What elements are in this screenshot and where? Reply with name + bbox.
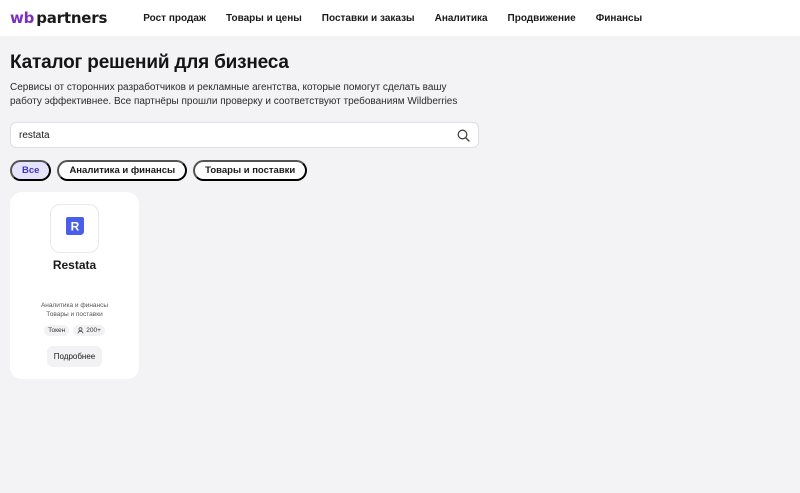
- page-subtitle: Сервисы от сторонних разработчиков и рек…: [10, 82, 458, 107]
- main-nav: Рост продаж Товары и цены Поставки и зак…: [133, 13, 652, 24]
- search-icon[interactable]: [456, 128, 470, 142]
- details-button[interactable]: Подробнее: [46, 346, 103, 367]
- filter-chip-goods-supplies[interactable]: Товары и поставки: [193, 160, 308, 181]
- search-input[interactable]: [19, 129, 456, 141]
- nav-item-supplies[interactable]: Поставки и заказы: [312, 13, 425, 24]
- nav-item-promotion[interactable]: Продвижение: [498, 13, 586, 24]
- filter-chips: Все Аналитика и финансы Товары и поставк…: [10, 160, 790, 181]
- top-bar: wb partners Рост продаж Товары и цены По…: [0, 0, 800, 36]
- main-content: Каталог решений для бизнеса Сервисы от с…: [0, 36, 800, 379]
- card-tags: Токен 200+: [44, 325, 105, 336]
- card-title: Restata: [52, 258, 97, 272]
- search-box: [10, 122, 479, 148]
- users-count: 200+: [86, 327, 101, 334]
- nav-item-analytics[interactable]: Аналитика: [425, 13, 498, 24]
- page-title: Каталог решений для бизнеса: [10, 52, 289, 73]
- restata-logo-letter: R: [70, 220, 79, 234]
- restata-logo-icon: R: [64, 215, 86, 242]
- logo-wb-text: wb: [10, 8, 35, 27]
- card-category: Аналитика и финансы: [40, 302, 109, 309]
- users-icon: [77, 327, 84, 334]
- nav-item-growth[interactable]: Рост продаж: [133, 13, 216, 24]
- logo-partners-text: partners: [36, 8, 108, 27]
- card-category: Товары и поставки: [46, 311, 103, 318]
- restata-logo: R: [50, 204, 99, 253]
- nav-item-finance[interactable]: Финансы: [586, 13, 652, 24]
- wb-partners-logo[interactable]: wb partners: [10, 8, 108, 27]
- token-tag: Токен: [44, 325, 70, 336]
- partner-card[interactable]: R Restata Аналитика и финансы Товары и п…: [10, 192, 139, 379]
- filter-chip-all[interactable]: Все: [10, 160, 52, 181]
- filter-chip-analytics-finance[interactable]: Аналитика и финансы: [57, 160, 188, 181]
- nav-item-goods[interactable]: Товары и цены: [216, 13, 312, 24]
- users-count-tag: 200+: [73, 325, 105, 336]
